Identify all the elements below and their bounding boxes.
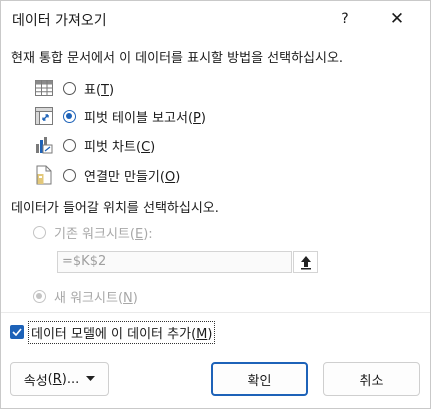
cell-reference-input[interactable]: =$K$2 [57, 251, 292, 273]
import-data-dialog: 데이터 가져오기 ? ✕ 현재 통합 문서에서 이 데이터를 표시할 방법을 선… [0, 0, 431, 409]
option-pivottable[interactable]: 피벗 테이블 보고서(P) [34, 105, 206, 127]
existing-worksheet-mnemonic: E [134, 226, 144, 242]
pivottable-icon [34, 106, 54, 126]
data-model-label: 데이터 모델에 이 데이터 추가 [31, 326, 192, 342]
properties-mnemonic: R [52, 371, 62, 387]
table-icon [34, 78, 54, 98]
connection-only-label: 연결만 만들기 [84, 169, 160, 185]
connection-only-icon [34, 165, 54, 185]
divider [1, 312, 430, 313]
table-mnemonic: T [101, 82, 109, 98]
pivottable-radio[interactable] [63, 109, 76, 123]
properties-button[interactable]: 속성(R)... [10, 362, 109, 396]
help-button[interactable]: ? [334, 7, 356, 31]
new-worksheet-label: 새 워크시트 [54, 290, 118, 306]
data-model-mnemonic: M [196, 326, 208, 342]
new-worksheet-mnemonic: N [123, 290, 133, 306]
option-pivotchart[interactable]: 피벗 차트(C) [34, 134, 155, 156]
ok-button[interactable]: 확인 [211, 362, 308, 396]
connection-only-radio[interactable] [63, 168, 76, 182]
dialog-title: 데이터 가져오기 [12, 13, 107, 29]
display-prompt: 현재 통합 문서에서 이 데이터를 표시할 방법을 선택하십시오. [11, 51, 344, 66]
option-new-worksheet[interactable]: 새 워크시트(N) [33, 285, 138, 307]
connection-only-mnemonic: O [164, 169, 176, 185]
pivotchart-label: 피벗 차트 [84, 139, 136, 155]
option-connection-only[interactable]: 연결만 만들기(O) [34, 164, 180, 186]
data-model-checkbox-row[interactable]: 데이터 모델에 이 데이터 추가(M) [10, 320, 216, 344]
pivotchart-mnemonic: C [141, 139, 151, 155]
properties-ellipsis: ... [66, 371, 80, 387]
collapse-dialog-button[interactable] [293, 251, 318, 273]
pivotchart-icon [34, 135, 54, 155]
title-bar: 데이터 가져오기 ? ✕ [1, 1, 430, 37]
pivottable-mnemonic: P [193, 110, 201, 126]
existing-worksheet-label: 기존 워크시트 [54, 226, 130, 242]
option-existing-worksheet[interactable]: 기존 워크시트(E): [33, 221, 153, 243]
dropdown-arrow-icon [86, 376, 96, 381]
properties-label: 속성 [23, 373, 48, 389]
close-button[interactable]: ✕ [384, 7, 410, 31]
option-table[interactable]: 표(T) [34, 77, 114, 99]
cancel-button[interactable]: 취소 [323, 362, 420, 396]
checkmark-icon [12, 328, 22, 336]
table-label: 표 [84, 82, 96, 98]
existing-worksheet-radio[interactable] [33, 225, 46, 239]
data-model-checkbox[interactable] [10, 325, 24, 339]
existing-worksheet-colon: : [148, 226, 153, 242]
pivotchart-radio[interactable] [63, 138, 76, 152]
new-worksheet-radio[interactable] [33, 289, 46, 303]
table-radio[interactable] [63, 81, 76, 95]
collapse-arrow-icon [300, 256, 311, 270]
pivottable-label: 피벗 테이블 보고서 [84, 110, 188, 126]
location-prompt: 데이터가 들어갈 위치를 선택하십시오. [11, 201, 219, 216]
